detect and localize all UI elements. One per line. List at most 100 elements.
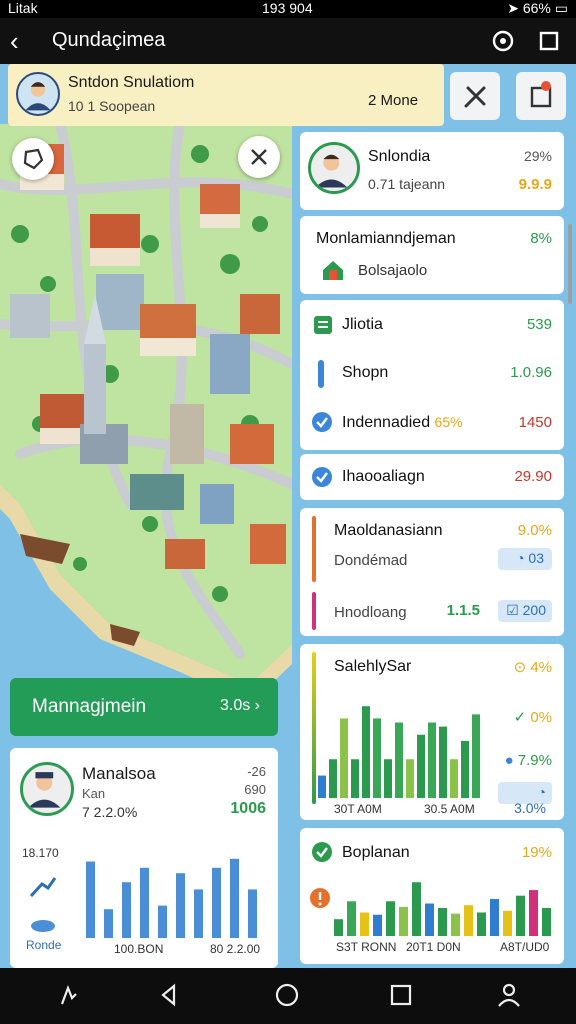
ihaooaliagn-panel[interactable]: Ihaooaliagn 29.90 [300, 454, 564, 500]
stats-row-1-value: 539 [526, 316, 552, 333]
management-panel-sub: Bolsajaolo [358, 262, 428, 279]
recents-icon[interactable] [386, 980, 416, 1010]
inbox-icon [530, 81, 552, 108]
salehlysar-chart-bar-14 [461, 740, 469, 798]
notifications-button[interactable] [516, 72, 566, 120]
app-bar: ‹ Qundaçimea [0, 18, 576, 64]
window-icon[interactable] [536, 28, 562, 54]
bar-marker-icon [318, 360, 324, 388]
profile-pct: 29% [523, 148, 552, 164]
checkbox-icon: ☑ [506, 602, 519, 618]
boplanan-panel[interactable]: Boplanan 19% S3T RONN 20T1 D0N A8T/UD0 [300, 828, 564, 964]
tools-button[interactable] [450, 72, 500, 120]
maoldanasiann-badge-1[interactable]: ◔ 03 [498, 548, 552, 570]
gesture-icon[interactable] [54, 980, 84, 1010]
salehlysar-chart-bar-7 [384, 759, 392, 798]
clock-icon: ◔ [537, 784, 546, 800]
stats-row-2-label: Shopn [342, 364, 389, 381]
boplanan-x-label-2: 20T1 D0N [406, 940, 461, 954]
salehlysar-panel[interactable]: SalehlySar ⊙ 4% ✓ 0% ● 7.9% ◔ 3.0% 30T A… [300, 644, 564, 820]
maoldanasiann-title: Maoldanasiann [334, 522, 443, 539]
salehlysar-chart-bar-6 [373, 718, 381, 798]
battery-label: ➤ 66% ▭ [507, 0, 568, 16]
stats-panel[interactable]: Jliotia 539 Shopn 1.0.96 Indennadied 65%… [300, 300, 564, 450]
simulation-subtitle: 10 1 Soopean [68, 98, 156, 114]
boplanan-chart-bar-4 [373, 914, 382, 936]
close-icon [251, 149, 267, 165]
boplanan-chart-bar-11 [464, 905, 473, 936]
alert-icon [310, 888, 330, 908]
stats-row-2-value: 1.0.96 [510, 364, 552, 381]
home-icon[interactable] [272, 980, 302, 1010]
salehlysar-chart-bar-9 [406, 759, 414, 798]
check-circle-icon: ✓ [513, 709, 527, 726]
cloud-icon [31, 920, 55, 932]
tools-icon [464, 86, 486, 108]
salehlysar-chart-bar-4 [351, 759, 359, 798]
simulation-title: Sntdon Snulatiom [68, 74, 195, 91]
manager-x-label-1: 100.BON [114, 942, 164, 956]
boplanan-chart-bar-1 [334, 919, 343, 936]
manager-role: Kan [82, 786, 106, 801]
maoldanasiann-badge-2[interactable]: ☑ 200 [498, 600, 552, 622]
boplanan-x-label-1: S3T RONN [336, 940, 397, 954]
management-button[interactable]: Mannagjmein 3.0s › [10, 678, 278, 736]
salehlysar-badge[interactable]: ◔ 3.0% [498, 782, 552, 816]
stats-row-1-label: Jliotia [342, 316, 383, 333]
profile-panel[interactable]: Snlondia 0.71 tajeann 29% 9.9.9 [300, 132, 564, 210]
manager-chart-bar-10 [248, 889, 257, 938]
salehlysar-x-label-2: 30.5 A0M [424, 802, 475, 816]
salehlysar-bar-chart [318, 706, 480, 798]
management-panel[interactable]: Monlamianndjeman 8% Bolsajaolo [300, 216, 564, 294]
management-value: 3.0s › [219, 697, 260, 714]
accent-bar-green [312, 652, 316, 804]
ihaooaliagn-label: Ihaooaliagn [342, 468, 425, 485]
boplanan-chart-bar-16 [529, 890, 538, 936]
accent-bar-pink [312, 592, 316, 630]
manager-name: Manalsoa [82, 764, 156, 783]
manager-chart-bar-1 [86, 861, 95, 938]
maoldanasiann-panel[interactable]: Maoldanasiann 9.0% Dondémad ◔ 03 Hnodloa… [300, 508, 564, 636]
app-title: Qundaçimea [52, 29, 166, 51]
back-icon[interactable] [154, 980, 184, 1010]
close-map-button[interactable] [238, 136, 280, 178]
check-circle-icon [312, 842, 332, 862]
salehlysar-x-label-1: 30T A0M [334, 802, 382, 816]
salehlysar-chart-bar-10 [417, 734, 425, 798]
clock-icon: ◔ [516, 550, 525, 566]
salehlysar-chart-bar-13 [450, 759, 458, 798]
city-map[interactable] [0, 124, 292, 744]
salehlysar-chart-bar-5 [362, 706, 370, 798]
location-icon: ➤ [507, 0, 519, 16]
boplanan-chart-bar-2 [347, 901, 356, 936]
chat-icon [23, 148, 44, 170]
stats-row-3-extra: 65% [434, 414, 463, 430]
boplanan-pct: 19% [521, 844, 552, 861]
carrier-label: Litak [8, 0, 38, 16]
manager-card[interactable]: Manalsoa Kan 7 2.2.0% -26 690 1006 18.17… [10, 748, 278, 968]
profile-avatar [308, 142, 360, 194]
stats-row-3-label: Indennadied 65% [342, 414, 463, 431]
manager-score: 1006 [230, 800, 266, 817]
growth-icon [29, 877, 57, 898]
manager-chart-bar-9 [230, 858, 239, 938]
salehlysar-chart-bar-3 [340, 718, 348, 798]
salehlysar-chart-bar-15 [472, 714, 480, 798]
profile-sub: 0.71 tajeann [368, 176, 446, 192]
maoldanasiann-row-2-value: 1.1.5 [446, 602, 480, 619]
settings-icon[interactable] [490, 28, 516, 54]
manager-rate: 7 2.2.0% [82, 804, 138, 820]
boplanan-chart-bar-17 [542, 908, 551, 936]
simulation-header: Sntdon Snulatiom 10 1 Soopean 2 Mone [8, 64, 444, 126]
stats-row-3-value: 1450 [518, 414, 552, 431]
back-arrow-icon[interactable]: ‹ [10, 26, 19, 57]
management-label: Mannagjmein [32, 696, 147, 717]
globe-icon: ● [504, 752, 514, 769]
chat-button[interactable] [12, 138, 54, 180]
scrollbar[interactable] [568, 224, 572, 304]
ihaooaliagn-value: 29.90 [514, 468, 552, 485]
boplanan-chart-bar-5 [386, 901, 395, 936]
profile-icon[interactable] [494, 980, 524, 1010]
boplanan-chart-bar-8 [425, 903, 434, 936]
boplanan-chart-bar-7 [412, 882, 421, 936]
